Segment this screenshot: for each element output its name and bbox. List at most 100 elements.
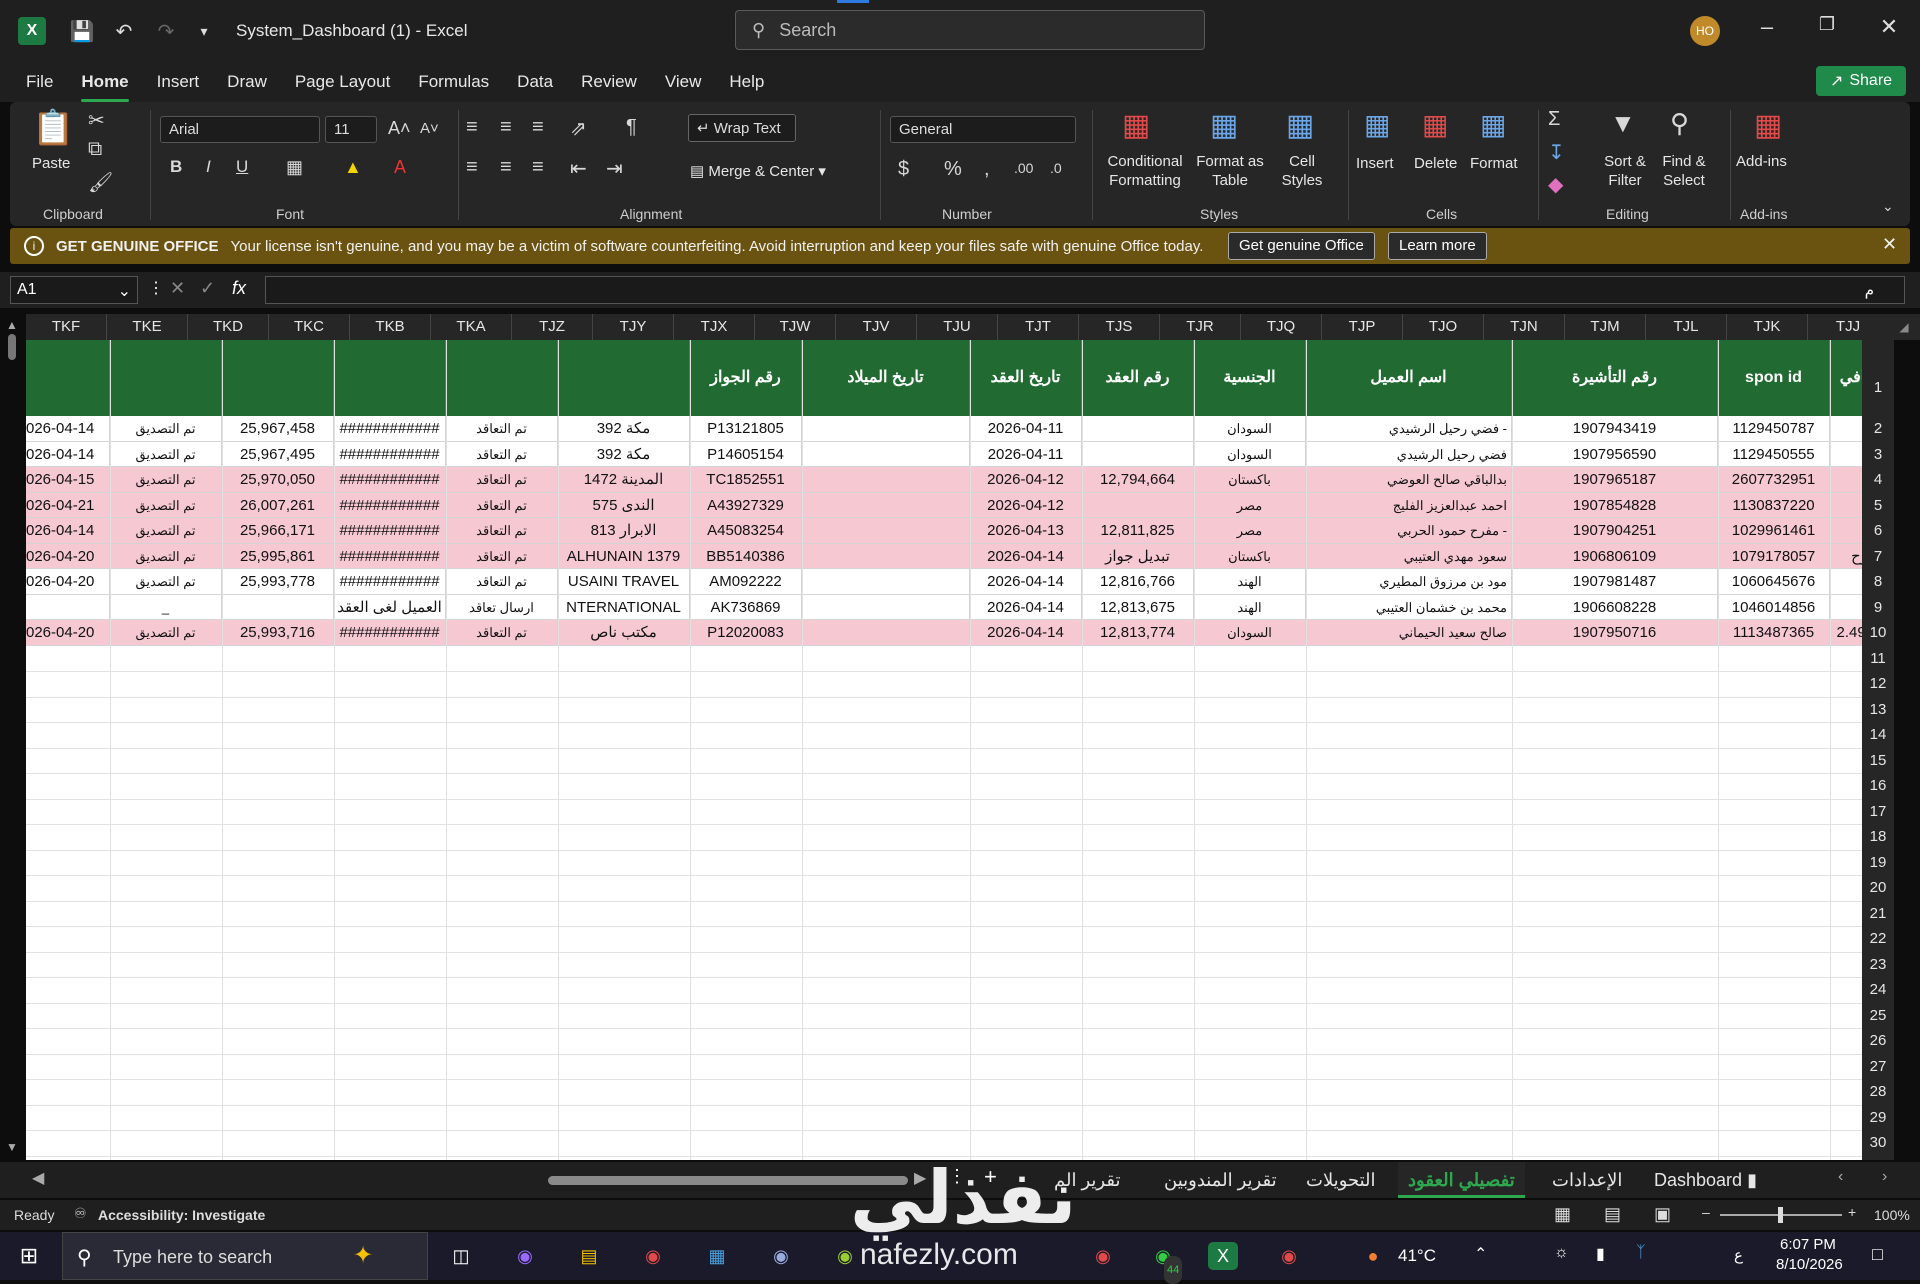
sort-filter-button[interactable]: Sort & Filter: [1600, 152, 1650, 190]
cell-date[interactable]: [26, 594, 110, 620]
close-icon[interactable]: ✕: [1874, 14, 1904, 40]
cell-hash[interactable]: ############: [334, 416, 446, 442]
wrap-text-button[interactable]: ↵ Wrap Text: [688, 114, 796, 142]
microsoft-store-icon[interactable]: ▦: [702, 1242, 732, 1270]
tab-sheet-transfers[interactable]: التحويلات: [1306, 1162, 1376, 1198]
cell-contracted[interactable]: ارسال تعاقد: [446, 594, 558, 620]
cell-cno[interactable]: 12,794,664: [1082, 467, 1194, 493]
cell-date[interactable]: 026-04-21: [26, 492, 110, 518]
tab-sheet-settings[interactable]: الإعدادات: [1552, 1162, 1622, 1198]
cell-nat[interactable]: مصر: [1194, 492, 1306, 518]
row-header[interactable]: 21: [1862, 901, 1894, 927]
save-icon[interactable]: 💾: [68, 17, 96, 45]
cell-client[interactable]: سعود مهدي العتيبي: [1306, 543, 1512, 569]
column-header[interactable]: TKF: [26, 314, 107, 340]
row-header[interactable]: 3: [1862, 442, 1894, 468]
cell-visa[interactable]: 1907904251: [1512, 518, 1718, 544]
cell-visa[interactable]: 1906806109: [1512, 543, 1718, 569]
cell-cno[interactable]: تبديل جواز: [1082, 543, 1194, 569]
cell-client[interactable]: فضي رحيل الرشيدي -: [1306, 416, 1512, 442]
cell-hash[interactable]: ############: [334, 492, 446, 518]
percent-icon[interactable]: %: [944, 158, 962, 181]
cell-spon[interactable]: 1060645676: [1718, 569, 1830, 595]
app-icon[interactable]: ◉: [766, 1242, 796, 1270]
column-header[interactable]: TJT: [998, 314, 1079, 340]
customize-quick-access-icon[interactable]: ▾: [190, 17, 218, 45]
cell-nat[interactable]: السودان: [1194, 416, 1306, 442]
cell-hash[interactable]: ############: [334, 441, 446, 467]
header-cell[interactable]: تاريخ الميلاد: [802, 340, 970, 416]
cell-contracted[interactable]: تم التعاقد: [446, 467, 558, 493]
align-left-icon[interactable]: ≡: [466, 156, 478, 179]
fill-icon[interactable]: ↧: [1548, 140, 1565, 165]
undo-icon[interactable]: ↶: [110, 17, 138, 45]
cell-contracted[interactable]: تم التعاقد: [446, 518, 558, 544]
cell-passport[interactable]: BB5140386: [690, 543, 802, 569]
cell-birth[interactable]: [802, 492, 970, 518]
cell-birth[interactable]: [802, 518, 970, 544]
column-header[interactable]: TJV: [836, 314, 917, 340]
cell-cdate[interactable]: 2026-04-14: [970, 594, 1082, 620]
task-view-icon[interactable]: ◫: [446, 1242, 476, 1270]
menu-home[interactable]: Home: [81, 72, 129, 102]
underline-icon[interactable]: U: [236, 157, 248, 177]
cell-hash[interactable]: العميل لغى العقد: [334, 594, 446, 620]
clock-time[interactable]: 6:07 PM: [1780, 1236, 1836, 1253]
column-header[interactable]: TJX: [674, 314, 755, 340]
copy-icon[interactable]: ⧉: [88, 138, 102, 161]
cell-spon[interactable]: 1130837220: [1718, 492, 1830, 518]
cell-date[interactable]: 026-04-20: [26, 543, 110, 569]
whatsapp-icon[interactable]: ◉ 44: [1148, 1242, 1183, 1284]
cell-amount[interactable]: 25,966,171: [222, 518, 334, 544]
cell-cdate[interactable]: 2026-04-14: [970, 543, 1082, 569]
format-cells-icon[interactable]: ▦: [1480, 108, 1506, 141]
header-cell[interactable]: [446, 340, 558, 416]
row-header[interactable]: 19: [1862, 850, 1894, 876]
column-header[interactable]: TJR: [1160, 314, 1241, 340]
tab-sheet-dashboard[interactable]: Dashboard ▮: [1654, 1162, 1757, 1198]
chrome-icon[interactable]: ◉: [638, 1242, 668, 1270]
file-explorer-icon[interactable]: ▤: [574, 1242, 604, 1270]
column-header[interactable]: TJY: [593, 314, 674, 340]
restore-icon[interactable]: ❐: [1812, 14, 1842, 35]
cell-date[interactable]: 026-04-14: [26, 441, 110, 467]
cell-cdate[interactable]: 2026-04-11: [970, 441, 1082, 467]
header-cell[interactable]: [26, 340, 110, 416]
excel-taskbar-icon[interactable]: X: [1208, 1242, 1238, 1270]
column-header[interactable]: TKA: [431, 314, 512, 340]
collapse-ribbon-icon[interactable]: ⌄: [1882, 198, 1894, 215]
cell-date[interactable]: 026-04-14: [26, 416, 110, 442]
row-header[interactable]: 1: [1862, 340, 1894, 416]
cancel-icon[interactable]: ✕: [170, 278, 185, 299]
italic-icon[interactable]: I: [206, 157, 211, 177]
menu-insert[interactable]: Insert: [157, 72, 200, 92]
accessibility-status[interactable]: Accessibility: Investigate: [98, 1207, 265, 1223]
row-header[interactable]: 20: [1862, 875, 1894, 901]
cell-birth[interactable]: [802, 441, 970, 467]
header-cell[interactable]: رقم العقد: [1082, 340, 1194, 416]
notification-icon[interactable]: □: [1872, 1244, 1883, 1265]
header-cell[interactable]: [110, 340, 222, 416]
conditional-formatting-icon[interactable]: ▦: [1122, 108, 1150, 143]
avatar[interactable]: HO: [1690, 16, 1720, 46]
row-header[interactable]: 5: [1862, 493, 1894, 519]
menu-view[interactable]: View: [665, 72, 702, 92]
cell-birth[interactable]: [802, 594, 970, 620]
column-header[interactable]: TJM: [1565, 314, 1646, 340]
font-name-select[interactable]: Arial: [160, 116, 320, 143]
zoom-level[interactable]: 100%: [1874, 1207, 1910, 1223]
cell-nat[interactable]: باكستان: [1194, 543, 1306, 569]
rtl-icon[interactable]: ¶: [626, 116, 637, 139]
chrome-icon-3[interactable]: ◉: [1274, 1242, 1304, 1270]
format-as-table-icon[interactable]: ▦: [1210, 108, 1238, 143]
cell-amount[interactable]: 25,967,458: [222, 416, 334, 442]
cell-cdate[interactable]: 2026-04-13: [970, 518, 1082, 544]
cell-spon[interactable]: 2607732951: [1718, 467, 1830, 493]
cut-icon[interactable]: ✂: [88, 108, 105, 133]
cell-cno[interactable]: 12,813,675: [1082, 594, 1194, 620]
taskbar-search-input[interactable]: ⚲ Type here to search ✦: [62, 1232, 428, 1280]
align-center-icon[interactable]: ≡: [500, 156, 512, 179]
row-header[interactable]: 25: [1862, 1003, 1894, 1029]
row-header[interactable]: 16: [1862, 773, 1894, 799]
cell-cdate[interactable]: 2026-04-14: [970, 569, 1082, 595]
